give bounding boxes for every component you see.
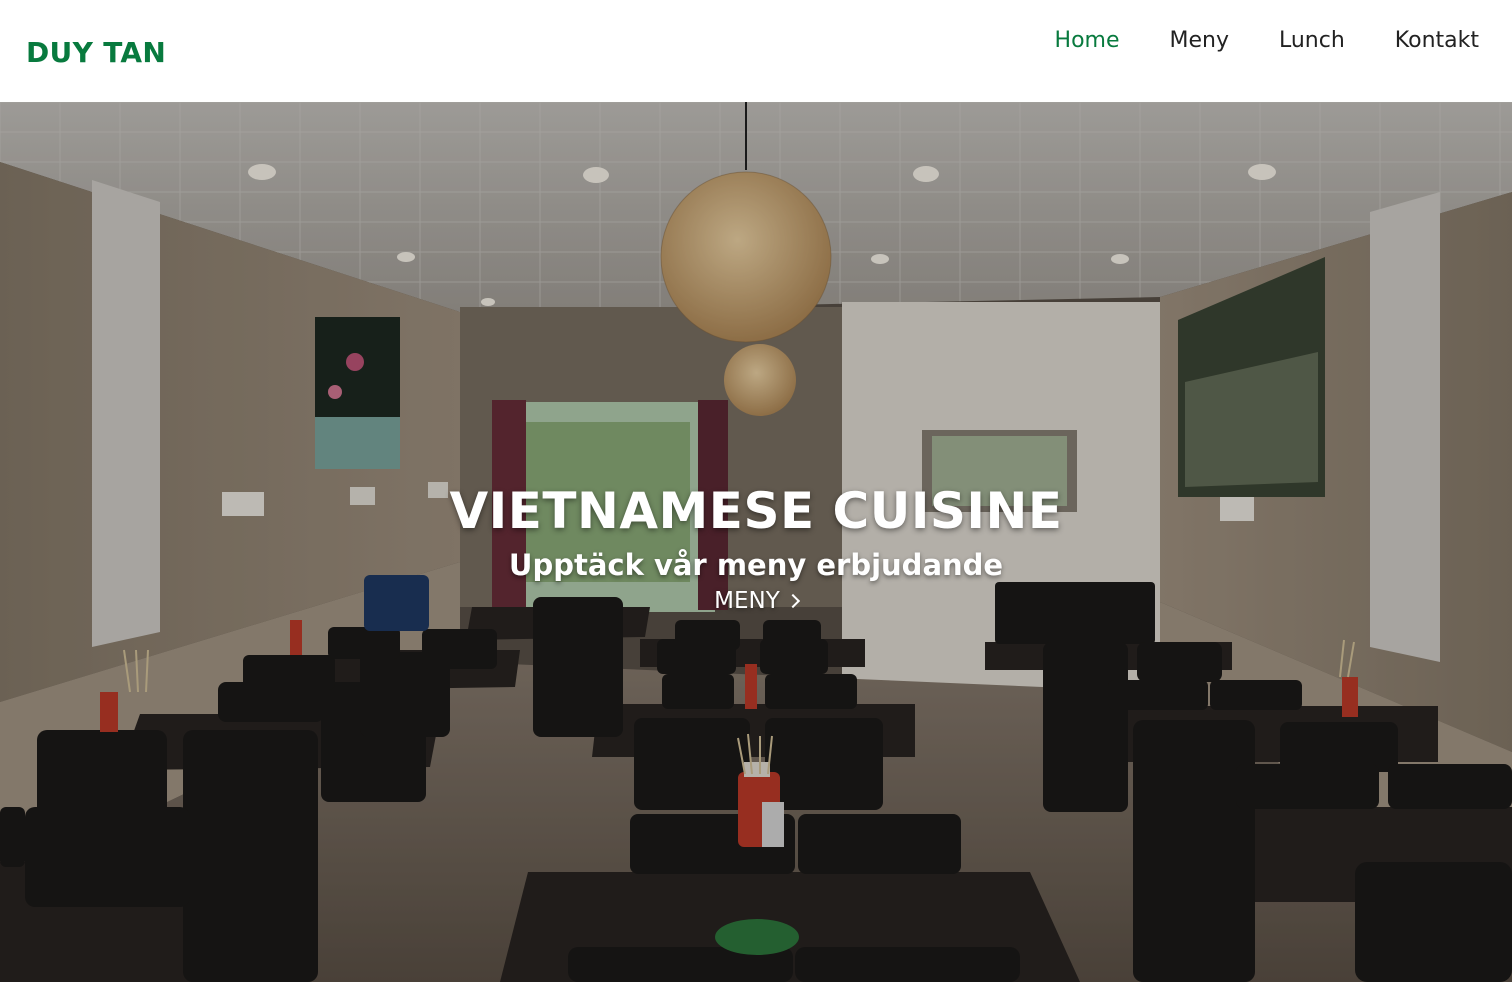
main-nav: Home Meny Lunch Kontakt bbox=[1055, 28, 1479, 53]
nav-item-meny[interactable]: Meny bbox=[1170, 28, 1229, 53]
hero-text-block: VIETNAMESE CUISINE Upptäck vår meny erbj… bbox=[0, 482, 1512, 614]
meny-link-label: MENY bbox=[714, 588, 780, 614]
nav-item-home[interactable]: Home bbox=[1055, 28, 1120, 53]
hero-subtitle: Upptäck vår meny erbjudande bbox=[508, 548, 1004, 582]
site-header: DUY TAN Home Meny Lunch Kontakt bbox=[0, 0, 1512, 102]
hero-title: VIETNAMESE CUISINE bbox=[449, 482, 1063, 540]
nav-item-kontakt[interactable]: Kontakt bbox=[1395, 28, 1479, 53]
brand-logo[interactable]: DUY TAN bbox=[26, 36, 166, 69]
chevron-right-icon bbox=[785, 593, 800, 609]
nav-item-lunch[interactable]: Lunch bbox=[1279, 28, 1345, 53]
hero-section: VIETNAMESE CUISINE Upptäck vår meny erbj… bbox=[0, 102, 1512, 982]
meny-link-button[interactable]: MENY bbox=[714, 588, 800, 614]
